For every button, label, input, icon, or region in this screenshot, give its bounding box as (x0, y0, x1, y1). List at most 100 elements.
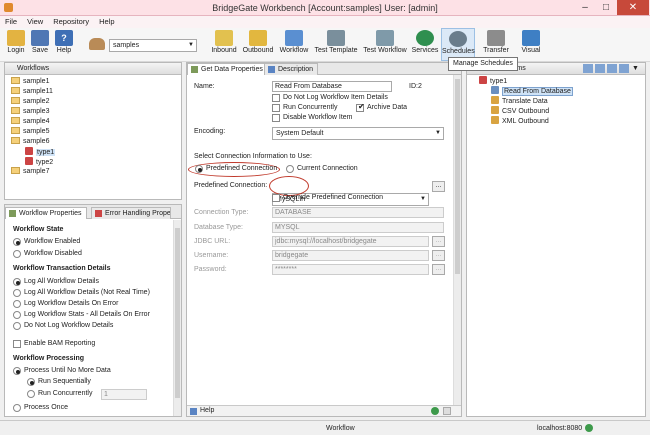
title-bar: BridgeGate Workbench [Account:samples] U… (0, 0, 650, 16)
radio-no-log[interactable] (13, 322, 21, 330)
tree-item[interactable]: XML Outbound (479, 116, 645, 126)
menu-help[interactable]: Help (94, 16, 119, 28)
menu-file[interactable]: File (0, 16, 22, 28)
radio-log-all-not-real-time[interactable] (13, 289, 21, 297)
help-icon: ? (55, 30, 73, 46)
tree-item[interactable]: sample5 (11, 127, 181, 137)
radio-workflow-disabled[interactable] (13, 250, 21, 258)
disable-item-checkbox[interactable] (272, 114, 280, 122)
no-log-item-checkbox[interactable] (272, 94, 280, 102)
collapse-icon[interactable] (607, 64, 617, 73)
nav-right-icon[interactable] (595, 64, 605, 73)
inbound-button[interactable]: Inbound (209, 28, 239, 61)
tree-item[interactable]: sample3 (11, 107, 181, 117)
maximize-icon[interactable]: □ (596, 0, 616, 15)
workflow-button[interactable]: Workflow (277, 28, 311, 61)
tree-item[interactable]: type1 (479, 76, 645, 86)
login-button[interactable]: Login (5, 28, 27, 61)
save-button[interactable]: Save (29, 28, 51, 61)
add-icon[interactable] (431, 407, 439, 415)
menu-view[interactable]: View (22, 16, 48, 28)
center-scrollbar[interactable] (453, 75, 461, 405)
radio-until-no-more[interactable] (13, 367, 21, 375)
tree-item[interactable]: CSV Outbound (479, 106, 645, 116)
folder-open-icon (11, 137, 20, 144)
radio-run-sequentially[interactable] (27, 378, 35, 386)
run-concurrently-checkbox[interactable] (272, 104, 280, 112)
tree-item[interactable]: Translate Data (479, 96, 645, 106)
tree-item[interactable]: sample11 (11, 87, 181, 97)
tree-item-selected[interactable]: type1 (11, 147, 181, 157)
account-select[interactable]: samples ▼ (109, 39, 197, 52)
test-workflow-button[interactable]: Test Workflow (361, 28, 409, 61)
expand-icon[interactable] (619, 64, 629, 73)
scrollbar-thumb[interactable] (455, 79, 460, 274)
mysqlin-highlight (269, 176, 309, 196)
tab-get-data-properties[interactable]: Get Data Properties (187, 63, 268, 75)
outbound-button[interactable]: Outbound (241, 28, 275, 61)
log-on-error-label: Log Workflow Details On Error (24, 300, 119, 307)
radio-predefined-connection[interactable] (195, 165, 203, 173)
properties-icon (191, 66, 198, 73)
properties-icon (9, 210, 16, 217)
username-field[interactable]: bridgegate (272, 250, 429, 261)
menu-repository[interactable]: Repository (48, 16, 94, 28)
disable-item-label: Disable Workflow Item (283, 114, 353, 121)
radio-current-connection[interactable] (286, 165, 294, 173)
services-button[interactable]: Services (411, 28, 439, 61)
radio-workflow-enabled[interactable] (13, 238, 21, 246)
folder-icon (11, 167, 20, 174)
visual-button[interactable]: Visual (519, 28, 543, 61)
tree-item[interactable]: sample4 (11, 117, 181, 127)
override-checkbox[interactable] (272, 194, 280, 202)
database-type-field[interactable]: MYSQL (272, 222, 444, 233)
encoding-select[interactable]: System Default ▼ (272, 127, 444, 140)
jdbc-url-field[interactable]: jdbc:mysql://localhost/bridgegate (272, 236, 429, 247)
radio-run-concurrently[interactable] (27, 390, 35, 398)
processing-title: Workflow Processing (13, 355, 85, 362)
tab-description[interactable]: Description (264, 63, 319, 75)
bam-checkbox[interactable] (13, 340, 21, 348)
username-browse-button[interactable]: ... (432, 250, 445, 261)
tree-item[interactable]: sample1 (11, 77, 181, 87)
test-template-icon (327, 30, 345, 46)
archive-checkbox[interactable]: ✔ (356, 102, 365, 112)
nav-left-icon[interactable] (583, 64, 593, 73)
workflow-icon (285, 30, 303, 46)
concurrency-field[interactable]: 1 (101, 389, 147, 400)
minimize-icon[interactable]: – (575, 0, 595, 15)
description-icon (268, 66, 275, 73)
radio-log-on-error[interactable] (13, 300, 21, 308)
jdbc-browse-button[interactable]: ... (432, 236, 445, 247)
tab-workflow-properties[interactable]: Workflow Properties (5, 207, 87, 219)
tree-item[interactable]: sample7 (11, 167, 181, 177)
test-template-button[interactable]: Test Template (313, 28, 359, 61)
connected-icon (585, 424, 593, 432)
radio-log-all[interactable] (13, 278, 21, 286)
window-title: BridgeGate Workbench [Account:samples] U… (212, 3, 438, 13)
tree-item-selected[interactable]: Read From Database (479, 86, 645, 96)
tree-item[interactable]: sample6 (11, 137, 181, 147)
tab-error-handling[interactable]: Error Handling Prope (91, 207, 171, 219)
close-icon[interactable]: ✕ (617, 0, 649, 15)
log-all-not-real-time-label: Log All Workflow Details (Not Real Time) (24, 289, 150, 296)
help-button[interactable]: ? Help (53, 28, 75, 61)
scrollbar[interactable] (173, 220, 181, 416)
scrollbar-thumb[interactable] (175, 228, 180, 398)
name-field[interactable]: Read From Database (272, 81, 392, 92)
browse-connection-button[interactable]: ... (432, 181, 445, 192)
connection-type-field[interactable]: DATABASE (272, 207, 444, 218)
menu-bar: File View Repository Help (0, 16, 650, 28)
help-label[interactable]: Help (200, 407, 214, 414)
inbound-icon (215, 30, 233, 46)
password-browse-button[interactable]: ... (432, 264, 445, 275)
log-stats-label: Log Workflow Stats - All Details On Erro… (24, 311, 150, 318)
panel-menu-icon[interactable]: ▼ (632, 63, 639, 75)
radio-process-once[interactable] (13, 404, 21, 412)
minimize-panel-icon[interactable] (443, 407, 451, 415)
log-all-label: Log All Workflow Details (24, 278, 99, 285)
tree-item[interactable]: sample2 (11, 97, 181, 107)
password-field[interactable]: ******** (272, 264, 429, 275)
tree-item[interactable]: type2 (11, 157, 181, 167)
radio-log-stats[interactable] (13, 311, 21, 319)
